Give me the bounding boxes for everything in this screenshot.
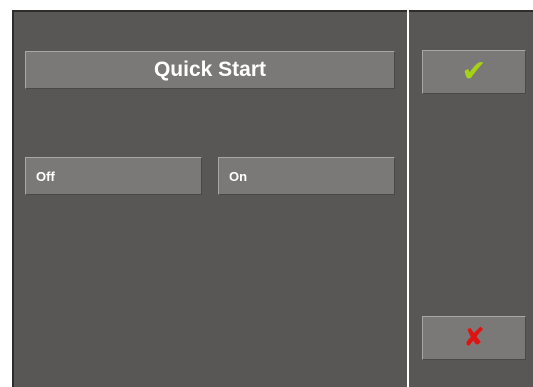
checkmark-icon: ✔ bbox=[461, 54, 487, 89]
off-option-button[interactable]: Off bbox=[25, 157, 202, 195]
cancel-button[interactable]: ✘ bbox=[422, 316, 526, 360]
page-title-label: Quick Start bbox=[153, 58, 267, 81]
off-option-label: Off bbox=[36, 168, 55, 184]
on-option-label: On bbox=[229, 168, 248, 184]
on-option-button[interactable]: On bbox=[218, 157, 395, 195]
cross-icon: ✘ bbox=[463, 323, 485, 353]
quick-start-screen: Quick Start Off On ✔ ✘ bbox=[0, 0, 533, 387]
confirm-button[interactable]: ✔ bbox=[422, 50, 526, 94]
page-title: Quick Start bbox=[25, 51, 395, 89]
